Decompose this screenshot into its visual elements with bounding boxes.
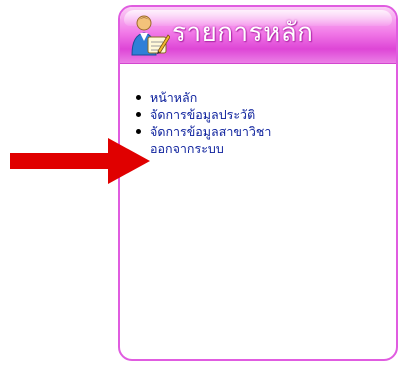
menu-link-manage-profile[interactable]: จัดการข้อมูลประวัติ [150, 107, 255, 122]
red-arrow-icon [10, 138, 150, 184]
screenshot-canvas: รายการหลัก หน้าหลัก จัดการข้อมูลประวัติ … [0, 0, 401, 365]
menu-item-logout[interactable]: ออกจากระบบ [134, 140, 271, 157]
menu-header: รายการหลัก [120, 7, 396, 64]
main-menu-panel: รายการหลัก หน้าหลัก จัดการข้อมูลประวัติ … [118, 5, 398, 361]
menu-link-home[interactable]: หน้าหลัก [150, 90, 197, 105]
bullet-icon [136, 129, 141, 134]
bullet-icon [136, 95, 141, 100]
menu-link-logout[interactable]: ออกจากระบบ [150, 141, 224, 156]
menu-link-manage-major[interactable]: จัดการข้อมูลสาขาวิชา [150, 124, 271, 139]
menu-item-manage-major[interactable]: จัดการข้อมูลสาขาวิชา [134, 123, 271, 140]
menu-title: รายการหลัก [172, 18, 314, 48]
menu-list: หน้าหลัก จัดการข้อมูลประวัติ จัดการข้อมู… [134, 89, 271, 157]
menu-item-home[interactable]: หน้าหลัก [134, 89, 271, 106]
menu-item-manage-profile[interactable]: จัดการข้อมูลประวัติ [134, 106, 271, 123]
bullet-icon [136, 112, 141, 117]
user-edit-icon [131, 15, 170, 56]
